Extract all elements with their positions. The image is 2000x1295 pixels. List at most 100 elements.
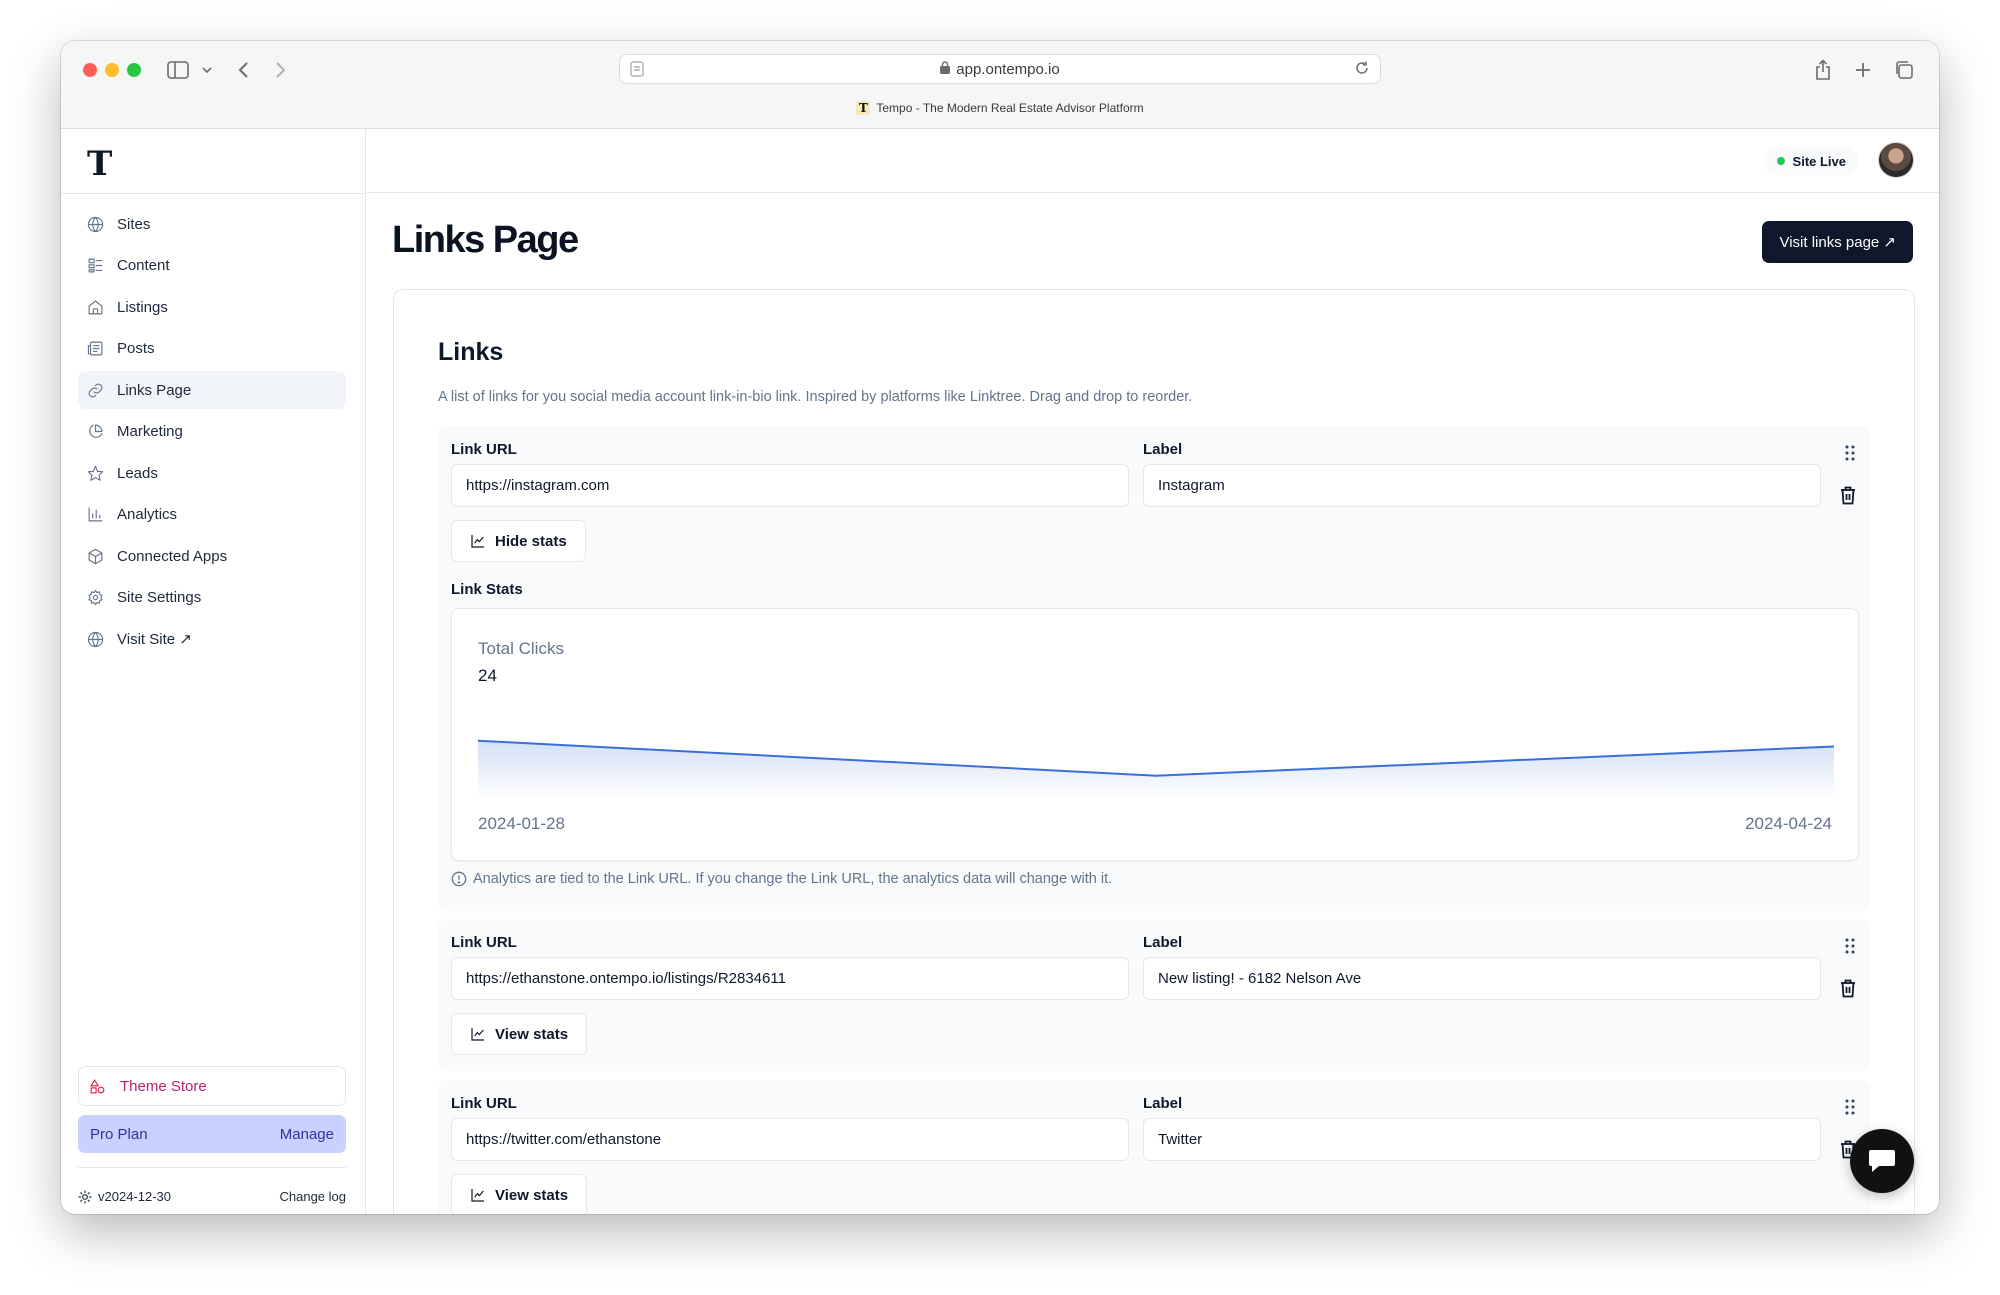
sidebar-item-content[interactable]: Content [78, 247, 346, 285]
total-clicks-label: Total Clicks [478, 639, 564, 658]
tab-overview-icon[interactable] [1894, 57, 1914, 83]
share-icon[interactable] [1814, 57, 1832, 83]
page-title: Links Page [392, 219, 579, 261]
site-status-text: Site Live [1792, 153, 1846, 169]
sidebar-item-listings[interactable]: Listings [78, 288, 346, 326]
sidebar-item-label: Sites [117, 215, 151, 233]
link-label-label: Label [1143, 441, 1183, 458]
link-item[interactable]: Link URL https://twitter.com/ethanstone … [438, 1080, 1870, 1214]
box-icon [88, 548, 103, 564]
trash-icon[interactable] [1840, 486, 1856, 510]
link-icon [88, 383, 103, 397]
tab-title: Tempo - The Modern Real Estate Advisor P… [876, 101, 1144, 115]
sidebar-item-label: Site Settings [117, 589, 202, 606]
link-stats-card: Total Clicks 24 2024-01-28 2024-04-24 [451, 608, 1859, 861]
link-url-input[interactable]: https://ethanstone.ontempo.io/listings/R… [451, 957, 1129, 1000]
sidebar-item-label: Listings [117, 298, 168, 316]
sidebar-toggle-icon[interactable] [167, 57, 189, 83]
line-chart-icon [471, 1028, 484, 1041]
link-label-input[interactable]: New listing! - 6182 Nelson Ave [1143, 957, 1821, 1000]
drag-handle-icon[interactable] [1844, 444, 1856, 467]
drag-handle-icon[interactable] [1844, 1098, 1856, 1121]
active-tab[interactable]: T Tempo - The Modern Real Estate Advisor… [61, 101, 1939, 115]
new-tab-icon[interactable] [1854, 57, 1872, 83]
line-chart-icon [471, 535, 484, 548]
changelog-link[interactable]: Change log [280, 1189, 347, 1204]
link-url-input[interactable]: https://instagram.com [451, 464, 1129, 507]
reload-icon[interactable] [1354, 60, 1370, 80]
close-window-button[interactable] [83, 63, 97, 77]
sidebar-item-links-page[interactable]: Links Page [78, 371, 346, 409]
minimize-window-button[interactable] [105, 63, 119, 77]
trash-icon[interactable] [1840, 979, 1856, 1003]
zoom-window-button[interactable] [127, 63, 141, 77]
stats-button-label: Hide stats [495, 532, 567, 550]
sidebar-item-visit-site[interactable]: Visit Site ↗ [78, 620, 346, 658]
main-content: Site Live Links Page Visit links page ↗ … [367, 129, 1939, 1214]
chevron-down-icon[interactable] [202, 57, 212, 83]
forward-icon[interactable] [275, 57, 287, 83]
view-stats-button[interactable]: View stats [451, 1174, 588, 1214]
version-info: v2024-12-30 [78, 1189, 171, 1204]
plan-name: Pro Plan [90, 1125, 148, 1143]
sidebar-item-label: Content [117, 257, 170, 274]
window-controls [83, 63, 141, 77]
sidebar-item-label: Leads [117, 464, 158, 482]
theme-store-button[interactable]: Theme Store [78, 1066, 346, 1106]
link-url-input[interactable]: https://twitter.com/ethanstone [451, 1118, 1129, 1161]
version-row: v2024-12-30 Change log [78, 1189, 346, 1204]
browser-toolbar: app.ontempo.io T Tempo - The Modern Real… [61, 41, 1939, 129]
line-chart-icon [471, 1189, 484, 1202]
link-url-label: Link URL [451, 441, 517, 458]
sidebar-item-label: Analytics [117, 506, 178, 523]
link-label-input[interactable]: Twitter [1143, 1118, 1821, 1161]
chart-start-date: 2024-01-28 [478, 814, 565, 833]
sidebar-item-analytics[interactable]: Analytics [78, 496, 346, 534]
links-card-title: Links [438, 338, 504, 366]
theme-store-label: Theme Store [120, 1077, 207, 1095]
stats-button-label: View stats [495, 1186, 569, 1204]
sidebar-item-posts[interactable]: Posts [78, 330, 346, 368]
sidebar-item-marketing[interactable]: Marketing [78, 413, 346, 451]
link-label-input[interactable]: Instagram [1143, 464, 1821, 507]
drag-handle-icon[interactable] [1844, 937, 1856, 960]
site-status-badge[interactable]: Site Live [1763, 147, 1859, 175]
analytics-note-text: Analytics are tied to the Link URL. If y… [473, 871, 1113, 887]
url-text: app.ontempo.io [956, 60, 1060, 78]
address-bar[interactable]: app.ontempo.io [619, 54, 1381, 84]
sidebar-item-label: Connected Apps [117, 547, 228, 565]
sidebar-item-sites[interactable]: Sites [78, 205, 346, 243]
chart-area [478, 740, 1834, 799]
links-card-description: A list of links for you social media acc… [438, 389, 1193, 405]
version-text: v2024-12-30 [98, 1189, 171, 1204]
sidebar-item-connected-apps[interactable]: Connected Apps [78, 537, 346, 575]
link-label-label: Label [1143, 934, 1183, 951]
visit-links-page-button[interactable]: Visit links page ↗ [1762, 221, 1913, 263]
sidebar-item-leads[interactable]: Leads [78, 454, 346, 492]
tempo-logo[interactable]: T [87, 144, 112, 184]
home-icon [88, 300, 103, 314]
chat-support-button[interactable] [1850, 1129, 1914, 1193]
page-icon [630, 61, 644, 81]
info-icon [451, 871, 467, 887]
lock-icon [940, 60, 951, 78]
view-stats-button[interactable]: View stats [451, 1013, 588, 1055]
back-icon[interactable] [237, 57, 249, 83]
sidebar-item-site-settings[interactable]: Site Settings [78, 579, 346, 617]
link-item[interactable]: Link URL https://instagram.com Label Ins… [438, 426, 1870, 911]
shapes-icon [90, 1078, 105, 1093]
sidebar-nav: Sites Content Listings Posts Links Page … [78, 205, 346, 662]
globe-icon [87, 216, 104, 232]
link-item[interactable]: Link URL https://ethanstone.ontempo.io/l… [438, 919, 1870, 1071]
star-icon [87, 465, 104, 481]
hide-stats-button[interactable]: Hide stats [451, 520, 586, 562]
chart-end-date: 2024-04-24 [1745, 814, 1832, 833]
user-avatar[interactable] [1878, 142, 1914, 178]
link-label-label: Label [1143, 1095, 1183, 1112]
content-icon [88, 258, 103, 273]
bar-chart-icon [88, 507, 103, 522]
manage-plan-link[interactable]: Manage [280, 1126, 334, 1143]
sidebar-item-label: Links Page [117, 381, 192, 399]
gear-icon [78, 1190, 92, 1203]
stats-button-label: View stats [495, 1025, 569, 1043]
